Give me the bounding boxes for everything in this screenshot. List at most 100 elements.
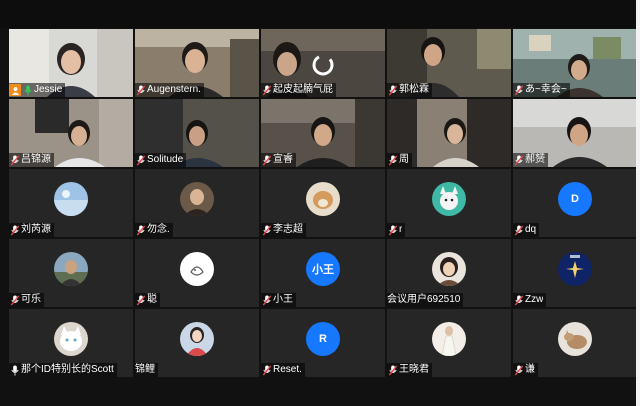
participant-tile[interactable]: 会议用户692510 xyxy=(387,239,511,307)
participant-label: 锦鲤 xyxy=(135,363,158,377)
participant-tile[interactable]: 可乐 xyxy=(9,239,133,307)
participant-tile[interactable]: r xyxy=(387,169,511,237)
participant-tile[interactable]: 聪 xyxy=(135,239,259,307)
participant-name: 郝赟 xyxy=(525,154,545,165)
participant-name: 会议用户692510 xyxy=(387,294,461,305)
meeting-window: Jessie Augenstern. 起皮起腩气屁 郭松霖 あ~幸会~ 吕锦源 … xyxy=(0,0,640,406)
avatar xyxy=(180,322,214,356)
participant-label: 郭松霖 xyxy=(387,83,432,97)
participant-tile[interactable]: 锦鲤 xyxy=(135,309,259,377)
participant-label: 周 xyxy=(387,153,412,167)
participant-name: dq xyxy=(525,224,537,235)
participant-tile[interactable]: Augenstern. xyxy=(135,29,259,97)
participant-label: r xyxy=(387,223,406,237)
mic-muted-icon xyxy=(513,154,524,166)
participant-name: 周 xyxy=(399,154,409,165)
avatar xyxy=(432,322,466,356)
participant-label: Jessie xyxy=(9,83,66,97)
participant-name: 王晓君 xyxy=(399,364,429,375)
participant-tile[interactable]: D dq xyxy=(513,169,637,237)
mic-muted-icon xyxy=(9,224,20,236)
participant-name: Jessie xyxy=(34,84,63,95)
participant-name: 那个ID特别长的Scott xyxy=(21,364,114,375)
participant-tile[interactable]: 宣睿 xyxy=(261,99,385,167)
participant-label: 李志超 xyxy=(261,223,306,237)
participant-tile[interactable]: 郝赟 xyxy=(513,99,637,167)
participant-label: Zzw xyxy=(513,293,547,307)
mic-muted-icon xyxy=(387,84,398,96)
participant-name: Reset. xyxy=(273,364,302,375)
bottom-bar xyxy=(0,380,640,406)
avatar xyxy=(180,182,214,216)
participant-label: dq xyxy=(513,223,540,237)
participant-tile[interactable]: 郭松霖 xyxy=(387,29,511,97)
participant-tile[interactable]: Zzw xyxy=(513,239,637,307)
participant-tile[interactable]: 谦 xyxy=(513,309,637,377)
participant-tile[interactable]: 勿念. xyxy=(135,169,259,237)
participant-label: 起皮起腩气屁 xyxy=(261,83,336,97)
participant-tile[interactable]: Solitude xyxy=(135,99,259,167)
participant-label: Solitude xyxy=(135,153,187,167)
avatar: R xyxy=(306,322,340,356)
participant-tile[interactable]: 李志超 xyxy=(261,169,385,237)
participant-grid: Jessie Augenstern. 起皮起腩气屁 郭松霖 あ~幸会~ 吕锦源 … xyxy=(9,29,639,380)
participant-name: Zzw xyxy=(525,294,544,305)
mic-muted-icon xyxy=(135,154,146,166)
participant-tile[interactable]: R Reset. xyxy=(261,309,385,377)
participant-name: 宣睿 xyxy=(273,154,293,165)
participant-name: r xyxy=(399,224,403,235)
participant-tile[interactable]: 那个ID特别长的Scott xyxy=(9,309,133,377)
avatar: D xyxy=(558,182,592,216)
participant-label: 小王 xyxy=(261,293,296,307)
avatar xyxy=(54,182,88,216)
participant-tile[interactable]: 小王 小王 xyxy=(261,239,385,307)
mic-muted-icon xyxy=(135,84,146,96)
participant-name: Augenstern. xyxy=(147,84,201,95)
avatar xyxy=(306,182,340,216)
mic-muted-icon xyxy=(513,84,524,96)
mic-muted-icon xyxy=(9,294,20,306)
mic-muted-icon xyxy=(387,364,398,376)
window-edge xyxy=(636,0,640,406)
mic-muted-icon xyxy=(261,84,272,96)
participant-tile[interactable]: 王晓君 xyxy=(387,309,511,377)
mic-active-icon xyxy=(22,84,33,96)
mic-muted-icon xyxy=(135,294,146,306)
participant-name: 可乐 xyxy=(21,294,41,305)
mic-muted-icon xyxy=(513,294,524,306)
participant-tile[interactable]: 起皮起腩气屁 xyxy=(261,29,385,97)
host-icon xyxy=(9,84,21,96)
participant-label: 吕锦源 xyxy=(9,153,54,167)
mic-muted-icon xyxy=(261,224,272,236)
participant-label: 王晓君 xyxy=(387,363,432,377)
avatar xyxy=(54,252,88,286)
mic-muted-icon xyxy=(135,224,146,236)
avatar: 小王 xyxy=(306,252,340,286)
mic-muted-icon xyxy=(387,224,398,236)
participant-name: 起皮起腩气屁 xyxy=(273,84,333,95)
avatar xyxy=(558,322,592,356)
participant-label: 那个ID特别长的Scott xyxy=(9,363,117,377)
participant-label: 可乐 xyxy=(9,293,44,307)
participant-tile[interactable]: あ~幸会~ xyxy=(513,29,637,97)
mic-muted-icon xyxy=(261,294,272,306)
participant-label: 宣睿 xyxy=(261,153,296,167)
participant-label: 会议用户692510 xyxy=(387,293,464,307)
mic-muted-icon xyxy=(387,154,398,166)
participant-tile[interactable]: 吕锦源 xyxy=(9,99,133,167)
participant-name: 锦鲤 xyxy=(135,364,155,375)
avatar xyxy=(558,252,592,286)
participant-tile[interactable]: 刘芮源 xyxy=(9,169,133,237)
participant-tile[interactable]: 周 xyxy=(387,99,511,167)
participant-label: 谦 xyxy=(513,363,538,377)
participant-name: 吕锦源 xyxy=(21,154,51,165)
participant-name: 小王 xyxy=(273,294,293,305)
participant-label: 勿念. xyxy=(135,223,173,237)
participant-label: Reset. xyxy=(261,363,305,377)
participant-label: 聪 xyxy=(135,293,160,307)
participant-name: 郭松霖 xyxy=(399,84,429,95)
participant-label: Augenstern. xyxy=(135,83,204,97)
participant-label: 刘芮源 xyxy=(9,223,54,237)
participant-tile[interactable]: Jessie xyxy=(9,29,133,97)
participant-name: あ~幸会~ xyxy=(525,84,567,95)
